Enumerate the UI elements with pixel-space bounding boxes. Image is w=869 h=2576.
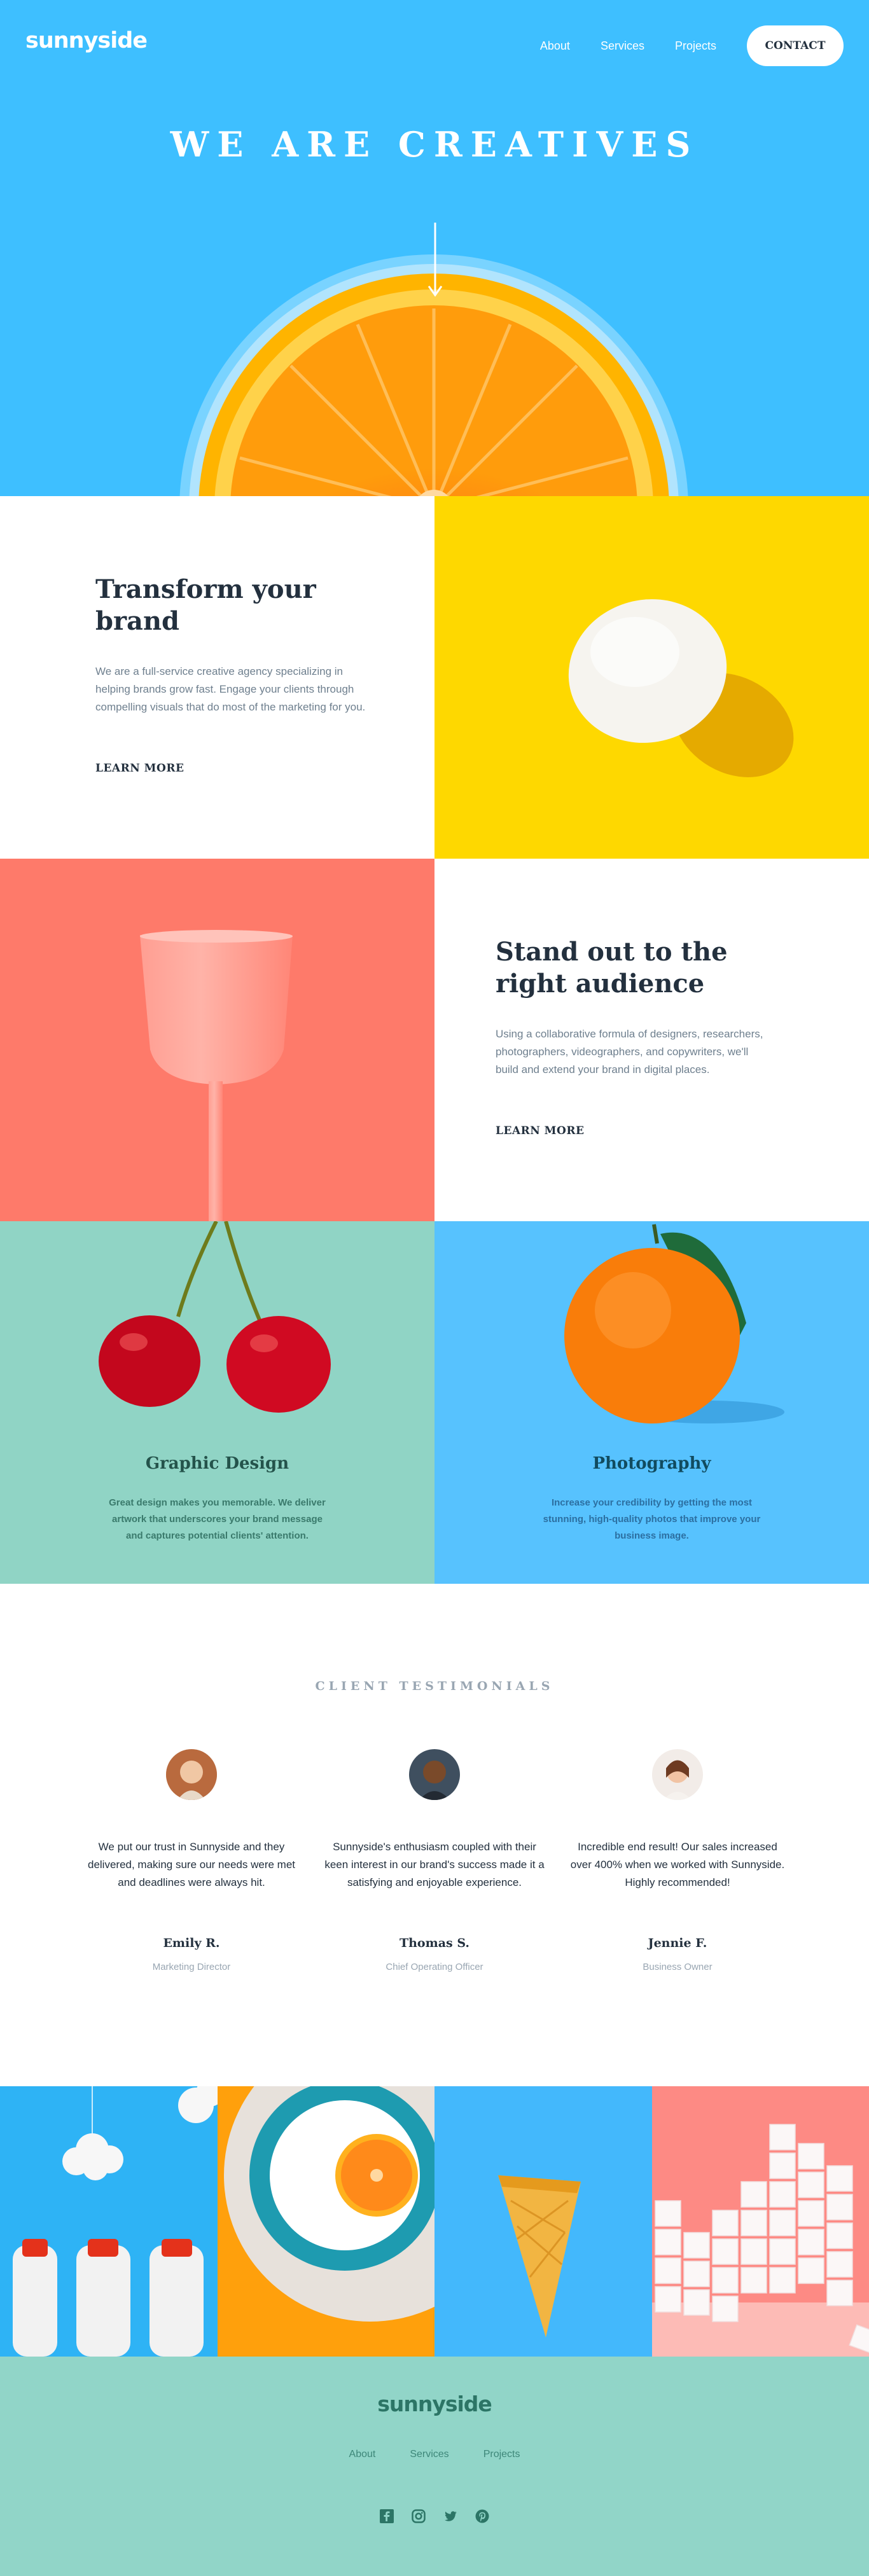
- main-nav: About Services Projects CONTACT: [540, 25, 844, 66]
- nav-services[interactable]: Services: [601, 39, 644, 53]
- avatar-thomas-image: [409, 1749, 460, 1800]
- transform-section: Transform your brand We are a full-servi…: [0, 496, 869, 859]
- egg-illustration: [568, 599, 794, 777]
- service-graphic-design: Graphic Design Great design makes you me…: [0, 1221, 434, 1584]
- orange-illustration: [564, 1224, 784, 1423]
- standout-text: Stand out to the right audience Using a …: [434, 859, 869, 1221]
- testimonial-role: Marketing Director: [152, 1962, 231, 1972]
- testimonial-quote: We put our trust in Sunnyside and they d…: [88, 1841, 295, 1888]
- testimonials-heading: CLIENT TESTIMONIALS: [315, 1679, 554, 1693]
- twitter-icon[interactable]: [443, 2509, 457, 2523]
- avatar-emily-image: [166, 1749, 217, 1800]
- transform-title-line2: brand: [95, 606, 180, 636]
- nav-about[interactable]: About: [540, 39, 570, 53]
- standout-section: Stand out to the right audience Using a …: [0, 859, 869, 1221]
- hero-section: sunnyside About Services Projects CONTAC…: [0, 0, 869, 496]
- gallery-milk-bottles: [0, 2086, 218, 2357]
- standout-title: Stand out to the right audience: [496, 936, 728, 1000]
- cup-illustration: [140, 930, 293, 1221]
- footer-nav-services[interactable]: Services: [410, 2449, 448, 2460]
- hero-title: WE ARE CREATIVES: [170, 124, 699, 165]
- testimonial-quote: Incredible end result! Our sales increas…: [570, 1841, 785, 1888]
- testimonial-name: Jennie F.: [648, 1936, 707, 1950]
- footer-nav: About Services Projects: [0, 2449, 869, 2460]
- standout-title-line1: Stand out to the: [496, 937, 728, 967]
- testimonial-role: Business Owner: [643, 1962, 713, 1972]
- transform-title-line1: Transform your: [95, 574, 316, 604]
- avatar-jennie-image: [652, 1749, 703, 1800]
- transform-learn-more-label: LEARN MORE: [95, 762, 184, 775]
- testimonial-name: Emily R.: [163, 1936, 220, 1950]
- pinterest-icon[interactable]: [475, 2509, 489, 2523]
- standout-body: Using a collaborative formula of designe…: [496, 1028, 763, 1076]
- footer-nav-projects[interactable]: Projects: [483, 2449, 520, 2460]
- footer-logo[interactable]: sunnyside: [0, 2392, 869, 2416]
- standout-learn-more-link[interactable]: LEARN MORE: [492, 1125, 590, 1139]
- gallery-ice-cream-cone: [434, 2086, 652, 2357]
- egg-image: [434, 496, 869, 859]
- testimonial-quote: Sunnyside's enthusiasm coupled with thei…: [324, 1841, 545, 1888]
- milk-bottles-illustration: [13, 2086, 218, 2357]
- avatar: [166, 1749, 217, 1800]
- avatar: [652, 1749, 703, 1800]
- contact-button[interactable]: CONTACT: [747, 25, 844, 66]
- service-description: Increase your credibility by getting the…: [543, 1497, 761, 1541]
- standout-learn-more-label: LEARN MORE: [496, 1125, 585, 1137]
- gallery-section: [0, 2086, 869, 2357]
- gallery-sugar-cubes: [651, 2086, 869, 2357]
- testimonial-card: Incredible end result! Our sales increas…: [566, 1749, 789, 1972]
- service-title: Graphic Design: [145, 1454, 289, 1473]
- site-logo[interactable]: sunnyside: [25, 28, 148, 53]
- testimonial-card: Sunnyside's enthusiasm coupled with thei…: [323, 1749, 546, 1972]
- cone-illustration: [498, 2175, 581, 2337]
- avatar: [409, 1749, 460, 1800]
- testimonials-section: CLIENT TESTIMONIALS We put our trust in …: [0, 1584, 869, 2086]
- transform-text: Transform your brand We are a full-servi…: [0, 496, 434, 859]
- nav-projects[interactable]: Projects: [675, 39, 716, 53]
- footer-nav-about[interactable]: About: [349, 2449, 376, 2460]
- transform-learn-more-link[interactable]: LEARN MORE: [92, 762, 190, 776]
- cherries-illustration: [99, 1221, 331, 1413]
- transform-body: We are a full-service creative agency sp…: [95, 665, 366, 713]
- testimonial-role: Chief Operating Officer: [386, 1962, 483, 1972]
- facebook-icon[interactable]: [380, 2509, 394, 2523]
- sugar-cubes-illustration: [651, 2124, 869, 2357]
- orange-plate-illustration: [223, 2086, 434, 2322]
- testimonial-name: Thomas S.: [399, 1936, 469, 1950]
- services-section: Graphic Design Great design makes you me…: [0, 1221, 869, 1584]
- testimonial-card: We put our trust in Sunnyside and they d…: [80, 1749, 303, 1972]
- arrow-down-icon[interactable]: [428, 223, 443, 299]
- cup-image: [0, 859, 434, 1221]
- standout-title-line2: right audience: [496, 969, 705, 999]
- instagram-icon[interactable]: [412, 2509, 426, 2523]
- social-links: [0, 2509, 869, 2523]
- transform-title: Transform your brand: [95, 574, 316, 637]
- service-photography: Photography Increase your credibility by…: [434, 1221, 869, 1584]
- service-description: Great design makes you memorable. We del…: [109, 1497, 326, 1541]
- site-footer: sunnyside About Services Projects: [0, 2357, 869, 2576]
- service-title: Photography: [592, 1454, 711, 1473]
- gallery-orange-plate: [217, 2086, 434, 2357]
